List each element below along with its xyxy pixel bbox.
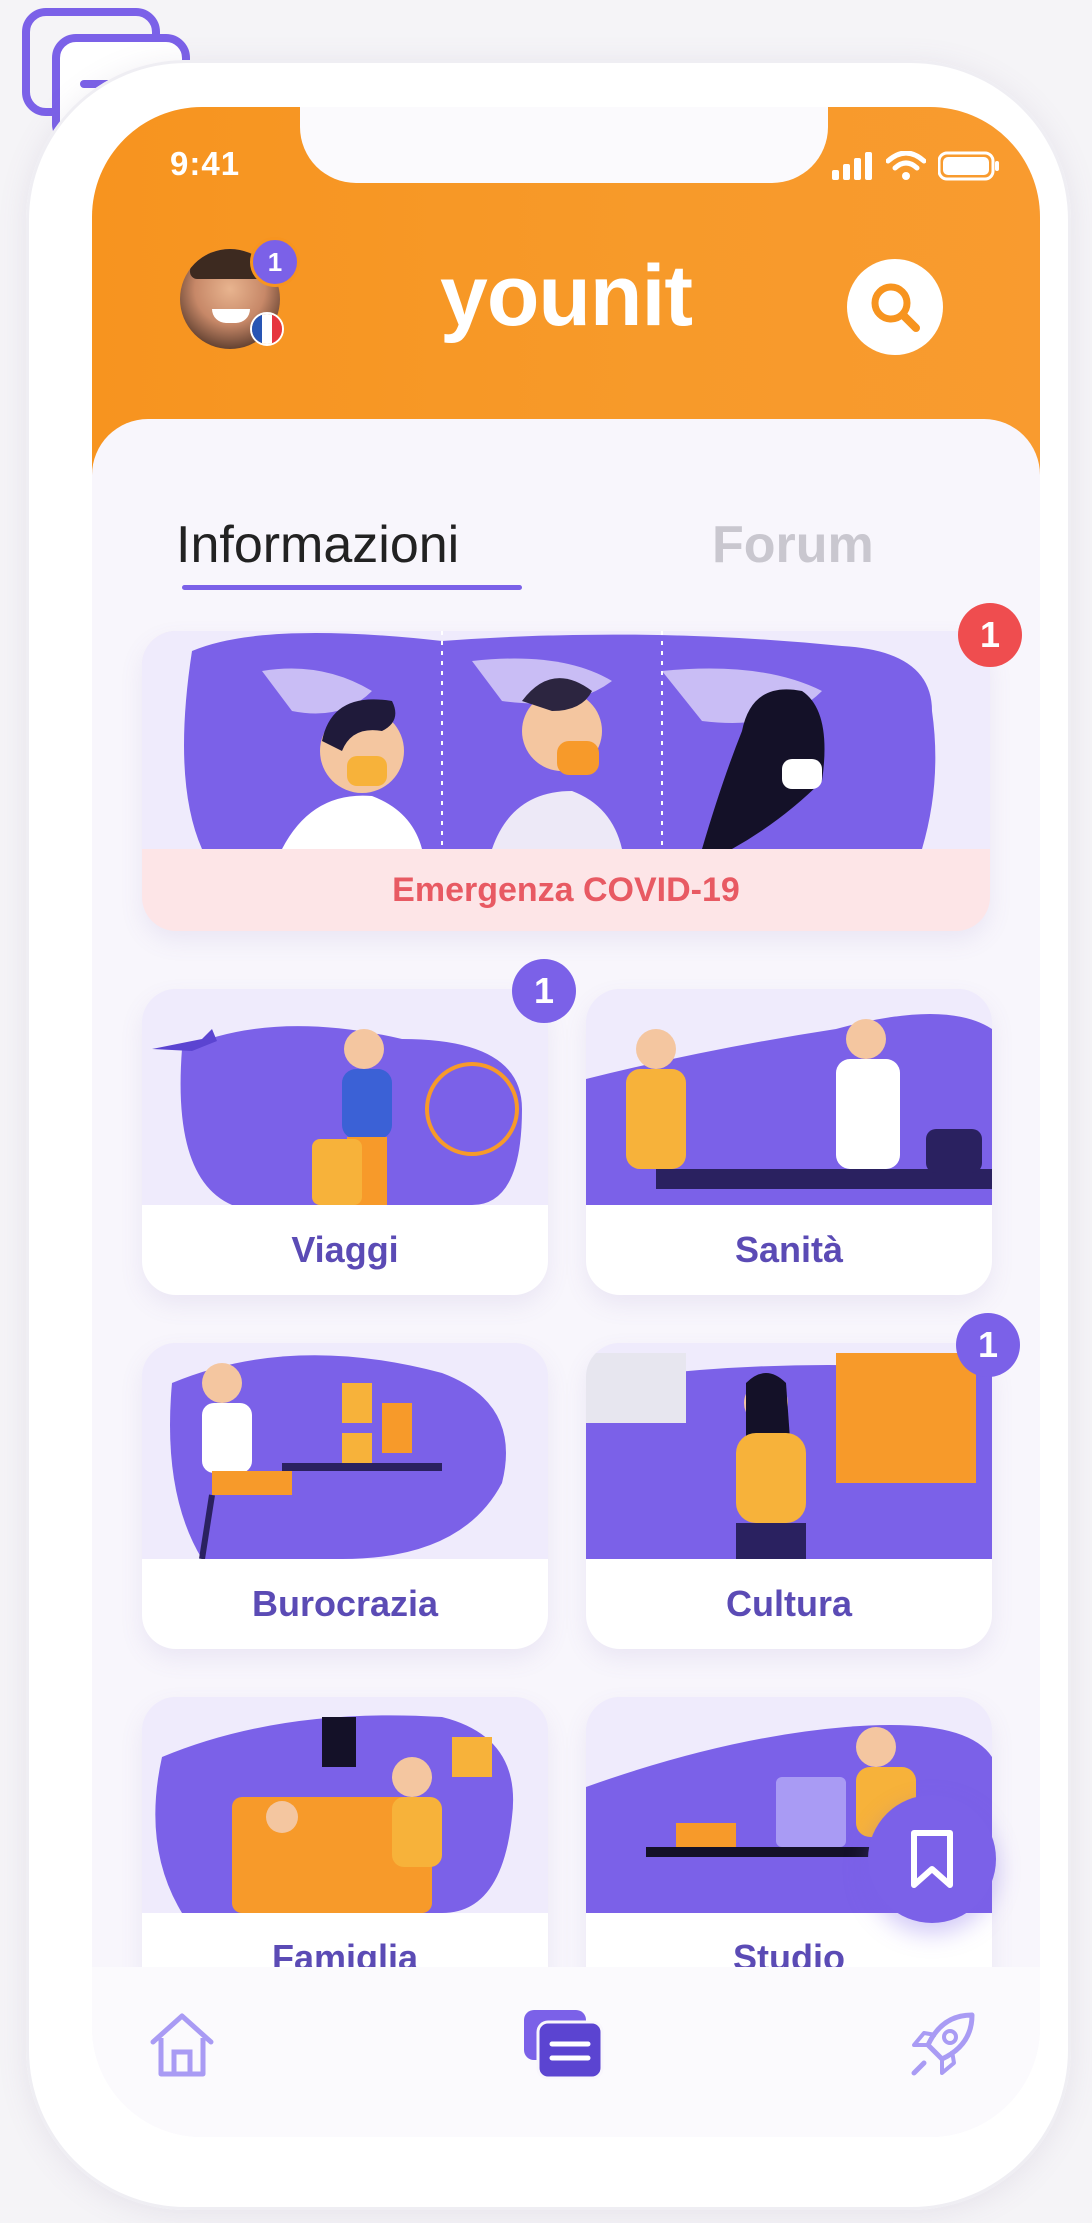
travel-illustration [142, 989, 548, 1205]
search-icon [871, 283, 920, 332]
nav-home[interactable] [132, 1995, 232, 2095]
tab-informazioni[interactable]: Informazioni [176, 515, 459, 575]
culture-illustration [586, 1343, 992, 1559]
category-card-cultura[interactable]: Cultura [586, 1343, 992, 1649]
status-icons [830, 151, 1000, 181]
device-notch [300, 107, 828, 183]
category-card-sanita[interactable]: Sanità [586, 989, 992, 1295]
category-label-cultura: Cultura [726, 1583, 852, 1624]
category-card-burocrazia[interactable]: Burocrazia [142, 1343, 548, 1649]
covid-badge: 1 [958, 603, 1022, 667]
bookmark-icon [911, 1830, 953, 1888]
rocket-icon [911, 2012, 975, 2076]
covid-card-label: Emergenza COVID-19 [392, 871, 740, 909]
category-label-viaggi: Viaggi [291, 1229, 399, 1270]
home-icon [150, 2013, 214, 2077]
nav-rocket[interactable] [892, 1995, 992, 2095]
status-time: 9:41 [170, 145, 241, 182]
cultura-badge: 1 [956, 1313, 1020, 1377]
active-tab-indicator [182, 585, 522, 590]
tab-forum[interactable]: Forum [712, 515, 874, 575]
world-map-illustration [142, 631, 990, 849]
category-label-sanita: Sanità [734, 1229, 844, 1270]
search-button[interactable] [847, 259, 943, 355]
wifi-icon [886, 151, 926, 180]
health-illustration [586, 989, 992, 1205]
cards-icon [524, 2010, 604, 2080]
nav-cards[interactable] [514, 1995, 614, 2095]
family-illustration [142, 1697, 548, 1913]
category-card-famiglia[interactable]: Famiglia [142, 1697, 548, 2003]
viaggi-badge: 1 [512, 959, 576, 1023]
signal-icon [832, 152, 872, 180]
bottom-navigation [92, 1967, 1040, 2137]
category-card-viaggi[interactable]: Viaggi [142, 989, 548, 1295]
battery-icon [938, 151, 999, 181]
app-screen: 9:41 1 younit Informazioni Forum Emergen… [92, 107, 1040, 2137]
bookmark-button[interactable] [868, 1795, 996, 1923]
category-label-burocrazia: Burocrazia [251, 1583, 439, 1624]
bureaucracy-illustration [142, 1343, 548, 1560]
covid-emergency-card[interactable]: Emergenza COVID-19 [142, 631, 990, 931]
